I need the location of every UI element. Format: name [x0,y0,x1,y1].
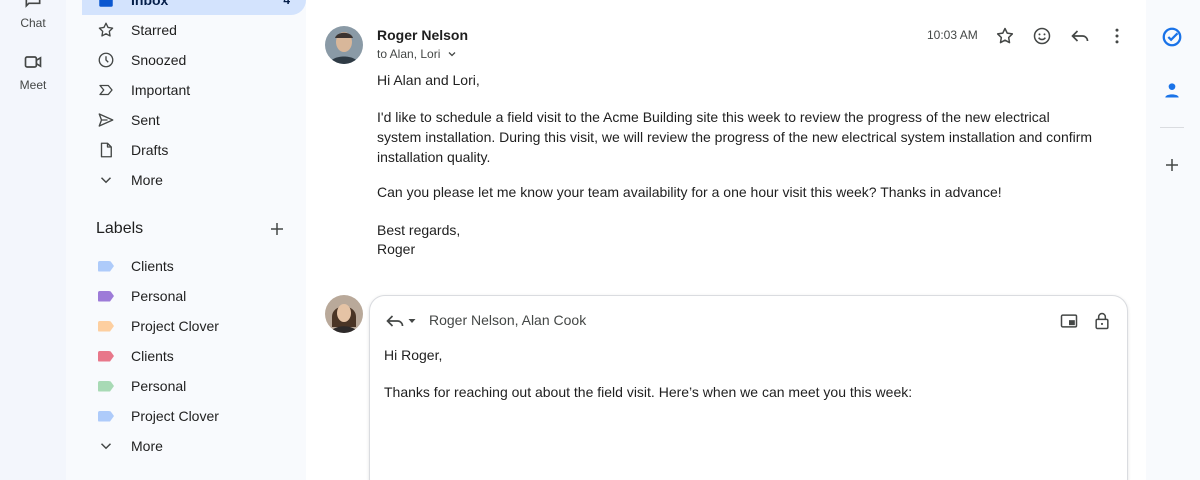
label-tag-icon [96,346,116,366]
clock-icon [96,50,116,70]
rail-item-meet[interactable]: Meet [0,52,66,92]
app-rail: Chat Meet [0,0,66,480]
video-icon [24,56,42,68]
star-icon [96,20,116,40]
label-item-clients[interactable]: Clients [82,251,306,281]
contacts-button[interactable] [1160,78,1184,102]
nav-item-starred[interactable]: Starred [82,15,306,45]
label-tag-icon [96,256,116,276]
message-paragraph: I'd like to schedule a field visit to th… [377,109,1093,165]
unread-count: 4 [283,0,290,7]
more-options-button[interactable] [1105,24,1129,48]
gmail-app: Chat Meet Inbox 4 Starred Snoozed Import… [0,0,1200,480]
star-icon [996,27,1014,44]
inbox-icon [96,0,116,10]
message-signoff: Best regards, [377,222,461,238]
nav-item-sent[interactable]: Sent [82,105,306,135]
caret-down-icon [408,319,416,323]
labels-more[interactable]: More [82,431,306,461]
nav-item-inbox[interactable]: Inbox 4 [82,0,306,15]
nav-item-more[interactable]: More [82,165,306,195]
sender-avatar[interactable] [325,26,363,64]
nav-item-label: Inbox [131,0,169,8]
label-item-text: Clients [131,348,174,364]
rail-item-label: Chat [20,16,46,30]
recipients-text: to Alan, Lori [377,47,441,61]
chevron-down-icon [96,436,116,456]
draft-icon [96,140,116,160]
labels-title: Labels [96,220,144,237]
add-reaction-button[interactable] [1030,24,1054,48]
reply-type-dropdown[interactable] [402,309,422,333]
label-item-text: Clients [131,258,174,274]
label-item-text: Personal [131,288,187,304]
contacts-icon [1165,83,1179,98]
reply-icon [1071,30,1089,42]
message-time: 10:03 AM [927,28,978,42]
reply-body[interactable]: Thanks for reaching out about the field … [384,384,912,400]
plus-icon [1166,159,1178,171]
message-paragraph: Can you please let me know your team ava… [377,184,1002,200]
label-tag-icon [96,316,116,336]
side-panel-divider [1160,127,1184,128]
tasks-button[interactable] [1160,25,1184,49]
nav-item-label: Important [131,82,191,98]
user-avatar[interactable] [325,295,363,333]
message-greeting: Hi Alan and Lori, [377,72,480,88]
nav-item-label: Sent [131,112,160,128]
emoji-icon [1033,27,1051,45]
label-item-text: Personal [131,378,187,394]
lock-icon [1095,312,1109,330]
label-item-clients[interactable]: Clients [82,341,306,371]
reply-greeting[interactable]: Hi Roger, [384,347,442,363]
tasks-icon [1162,27,1182,47]
label-item-personal[interactable]: Personal [82,281,306,311]
more-vert-icon [1115,28,1119,44]
nav-item-snoozed[interactable]: Snoozed [82,45,306,75]
nav-item-label: More [131,438,163,454]
label-tag-icon [96,376,116,396]
sender-name: Roger Nelson [377,27,469,43]
label-item-project-clover[interactable]: Project Clover [82,311,306,341]
pop-out-icon [1060,314,1078,328]
label-item-text: Project Clover [131,408,219,424]
important-icon [96,80,116,100]
confidential-mode-button[interactable] [1090,309,1114,333]
labels-header: Labels [96,220,286,238]
nav-item-label: Starred [131,22,177,38]
get-addons-button[interactable] [1160,153,1184,177]
nav-item-drafts[interactable]: Drafts [82,135,306,165]
reply-button[interactable] [1068,24,1092,48]
label-tag-icon [96,286,116,306]
nav-item-label: Snoozed [131,52,187,68]
message-signature: Roger [377,241,416,257]
star-button[interactable] [993,24,1017,48]
chat-icon [25,0,41,8]
recipients-toggle[interactable]: to Alan, Lori [377,47,458,61]
rail-item-chat[interactable]: Chat [0,0,66,30]
label-item-project-clover[interactable]: Project Clover [82,401,306,431]
rail-item-label: Meet [19,78,47,92]
side-panel [1146,0,1200,480]
label-item-text: Project Clover [131,318,219,334]
send-icon [96,110,116,130]
nav-item-label: Drafts [131,142,169,158]
nav-item-label: More [131,172,163,188]
nav-item-important[interactable]: Important [82,75,306,105]
reply-recipients[interactable]: Roger Nelson, Alan Cook [429,312,586,328]
pop-out-button[interactable] [1057,309,1081,333]
add-label-icon[interactable] [268,220,286,238]
label-item-personal[interactable]: Personal [82,371,306,401]
label-tag-icon [96,406,116,426]
chevron-down-icon [96,170,116,190]
chevron-down-icon [448,52,456,57]
